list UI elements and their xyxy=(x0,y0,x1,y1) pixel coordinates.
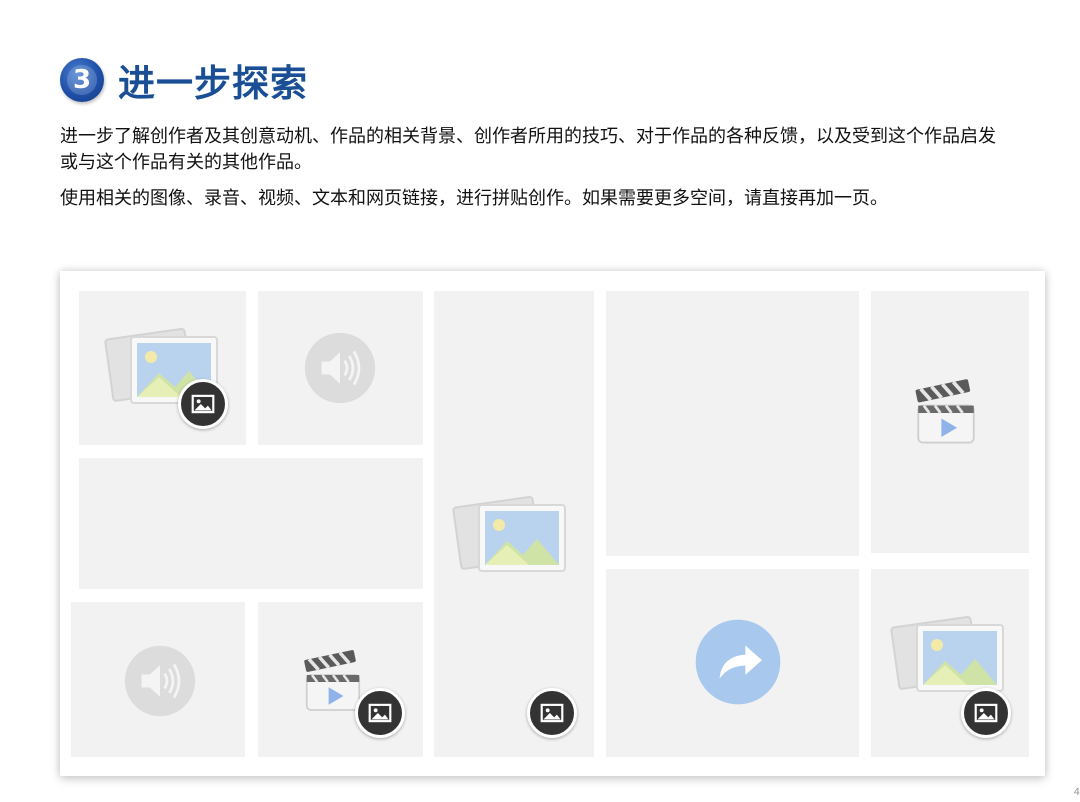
tile-blank-wide[interactable] xyxy=(79,458,423,589)
tile-video-1[interactable] xyxy=(871,291,1029,553)
tile-blank-large[interactable] xyxy=(606,291,859,556)
page-number: 4 xyxy=(1073,787,1080,798)
section-header: 3 进一步探索 xyxy=(60,55,308,105)
step-number: 3 xyxy=(67,65,97,95)
image-placeholder-icon xyxy=(449,489,569,579)
tile-audio-1[interactable] xyxy=(258,291,423,445)
section-title: 进一步探索 xyxy=(118,62,308,105)
tile-image-2[interactable] xyxy=(871,569,1029,757)
image-placeholder-icon xyxy=(887,609,1007,699)
audio-speaker-icon xyxy=(303,331,377,405)
share-link-icon xyxy=(692,616,784,708)
instruction-paragraph-1: 进一步了解创作者及其创意动机、作品的相关背景、创作者所用的技巧、对于作品的各种反… xyxy=(60,126,996,173)
image-badge-icon[interactable] xyxy=(178,379,228,429)
image-badge-icon[interactable] xyxy=(527,688,577,738)
video-clapper-icon xyxy=(909,376,983,450)
image-badge-icon[interactable] xyxy=(961,688,1011,738)
tile-video-2[interactable] xyxy=(258,602,423,757)
tile-audio-2[interactable] xyxy=(71,602,245,757)
tile-image-1[interactable] xyxy=(79,291,246,445)
audio-speaker-icon xyxy=(123,644,197,718)
tile-link[interactable] xyxy=(606,569,859,757)
collage-board xyxy=(60,271,1045,776)
tile-image-tall[interactable] xyxy=(434,291,594,757)
instruction-paragraph-2: 使用相关的图像、录音、视频、文本和网页链接，进行拼贴创作。如果需要更多空间，请直… xyxy=(60,188,888,209)
step-number-badge: 3 xyxy=(60,58,104,102)
image-badge-icon[interactable] xyxy=(355,688,405,738)
